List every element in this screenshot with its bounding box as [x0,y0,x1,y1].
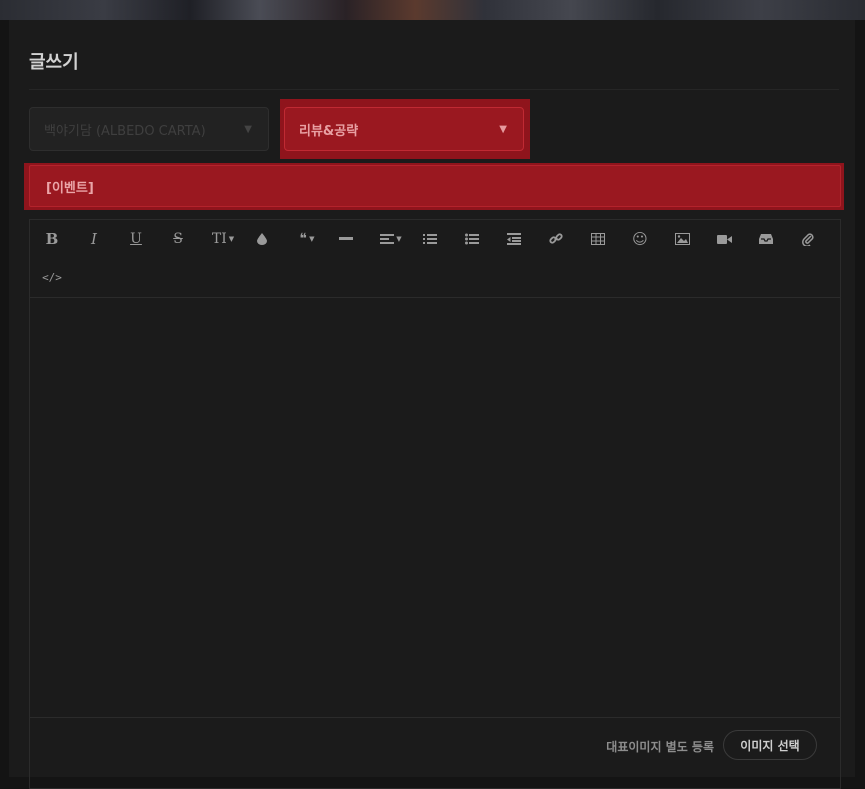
table-button[interactable] [583,226,613,252]
rich-text-editor: B I U S TI ▼ ❝ ▼ ▼ ☺ </> 대표이미지 별도 등록 이미지… [29,219,841,789]
page-title: 글쓰기 [29,52,79,73]
chevron-down-icon: ▼ [499,123,507,135]
title-input[interactable]: [이벤트] [29,165,841,207]
link-button[interactable] [541,226,571,252]
underline-button[interactable]: U [121,226,151,252]
indent-button[interactable] [499,226,529,252]
caret-down-icon: ▼ [309,235,315,243]
board-select-value: 백야기담 (ALBEDO CARTA) [44,123,206,139]
ordered-list-icon [423,233,437,244]
category-select[interactable]: 리뷰&공략 ▼ [284,107,524,151]
align-button[interactable]: ▼ [373,226,409,252]
write-panel: 글쓰기 백야기담 (ALBEDO CARTA) ▼ 리뷰&공략 ▼ [이벤트] … [9,20,855,789]
horizontal-rule-button[interactable] [331,226,361,252]
ordered-list-button[interactable] [415,226,445,252]
chevron-down-icon: ▼ [244,123,252,135]
unordered-list-icon [465,233,479,244]
inbox-icon [759,234,773,244]
quote-icon: ❝ [299,231,308,247]
code-icon: </> [42,270,62,284]
bold-icon: B [45,230,59,248]
image-button[interactable] [667,226,697,252]
align-left-icon [380,234,395,244]
divider [29,89,839,90]
underline-icon: U [130,231,142,247]
representative-image-label: 대표이미지 별도 등록 [606,740,714,754]
font-size-icon: TI [211,231,227,247]
bold-button[interactable]: B [37,226,67,252]
select-image-button[interactable]: 이미지 선택 [723,730,817,760]
title-input-value: [이벤트] [46,180,94,196]
droplet-icon [257,233,267,245]
unordered-list-button[interactable] [457,226,487,252]
font-size-button[interactable]: TI ▼ [205,226,241,252]
header-banner-image [0,0,865,20]
smiley-icon: ☺ [632,230,648,248]
code-view-button[interactable]: </> [37,264,67,290]
table-icon [591,233,605,245]
editor-toolbar: B I U S TI ▼ ❝ ▼ ▼ ☺ </> [30,220,840,298]
emoji-button[interactable]: ☺ [625,226,655,252]
divider [30,717,840,718]
horizontal-rule-icon [339,237,353,240]
image-icon [674,233,690,245]
link-icon [549,233,563,244]
italic-icon: I [91,230,97,248]
board-select[interactable]: 백야기담 (ALBEDO CARTA) ▼ [29,107,269,151]
outdent-icon [507,233,521,245]
strikethrough-icon: S [173,231,183,247]
italic-button[interactable]: I [79,226,109,252]
video-button[interactable] [709,226,739,252]
caret-down-icon: ▼ [396,235,402,243]
editor-content-area[interactable] [30,298,840,716]
quote-button[interactable]: ❝ ▼ [289,226,325,252]
color-button[interactable] [247,226,277,252]
category-select-value: 리뷰&공략 [299,123,359,139]
paperclip-icon [802,233,814,246]
strikethrough-button[interactable]: S [163,226,193,252]
video-camera-icon [716,234,732,244]
attachment-button[interactable] [793,226,823,252]
inbox-button[interactable] [751,226,781,252]
caret-down-icon: ▼ [228,235,235,243]
